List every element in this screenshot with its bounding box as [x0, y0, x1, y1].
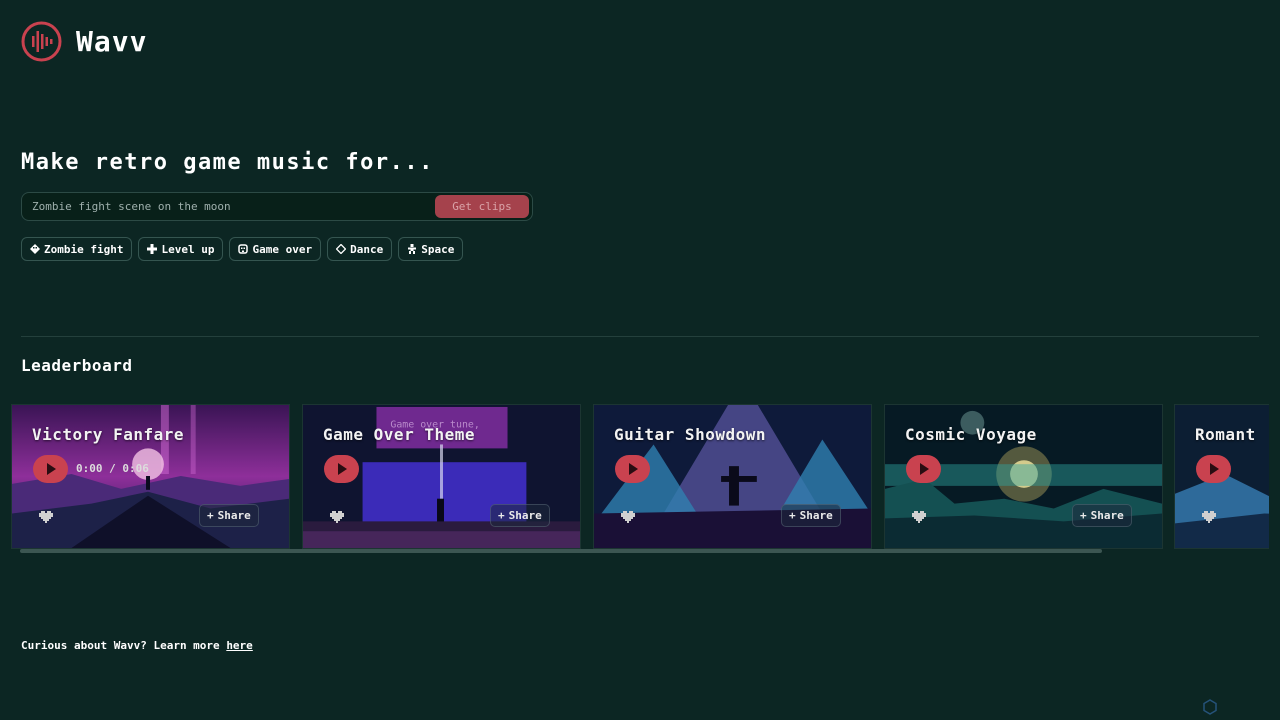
chip-game-over[interactable]: Game over: [229, 237, 322, 261]
chip-label: Space: [421, 242, 455, 256]
play-icon: [47, 463, 56, 475]
section-divider: [21, 336, 1259, 337]
learn-more-link[interactable]: here: [226, 639, 253, 652]
heart-icon[interactable]: [1202, 509, 1216, 523]
track-title: Romant: [1195, 425, 1256, 444]
plus-icon: +: [1080, 509, 1087, 522]
track-time: 0:00 / 0:06: [76, 462, 149, 475]
carousel-scrollbar[interactable]: [11, 549, 1269, 553]
logo[interactable]: Wavv: [21, 21, 147, 62]
chip-level-up[interactable]: Level up: [138, 237, 224, 261]
track-title: Victory Fanfare: [32, 425, 184, 444]
share-button[interactable]: + Share: [490, 504, 550, 527]
play-button[interactable]: [33, 455, 68, 483]
footer-note: Curious about Wavv? Learn more here: [21, 639, 253, 652]
sparkle-icon: [336, 244, 347, 254]
play-button[interactable]: [906, 455, 941, 483]
track-card[interactable]: Victory Fanfare 0:00 / 0:06 + Share: [11, 404, 290, 549]
play-icon: [338, 463, 347, 475]
chip-dance[interactable]: Dance: [327, 237, 393, 261]
share-label: Share: [508, 509, 542, 522]
app-name: Wavv: [76, 25, 148, 58]
plus-icon: +: [207, 509, 214, 522]
get-clips-button[interactable]: Get clips: [435, 195, 529, 218]
waveform-logo-icon: [21, 21, 62, 62]
share-button[interactable]: + Share: [781, 504, 841, 527]
heart-icon[interactable]: [330, 509, 344, 523]
track-title: Cosmic Voyage: [905, 425, 1037, 444]
chip-label: Game over: [252, 242, 313, 256]
play-icon: [1210, 463, 1219, 475]
page-headline: Make retro game music for...: [21, 150, 434, 175]
suggestion-chips: Zombie fight Level up Game over Dance Sp…: [21, 237, 464, 261]
chip-label: Zombie fight: [44, 242, 124, 256]
skull-icon: [238, 244, 249, 254]
leaderboard-title: Leaderboard: [21, 356, 133, 375]
track-card[interactable]: Romant: [1174, 404, 1269, 549]
prompt-input[interactable]: [22, 193, 435, 220]
share-label: Share: [799, 509, 833, 522]
heart-icon[interactable]: [39, 509, 53, 523]
footer-text: Curious about Wavv? Learn more: [21, 639, 227, 652]
leaderboard-carousel[interactable]: Victory Fanfare 0:00 / 0:06 + Share Game …: [11, 404, 1269, 549]
zombie-icon: [30, 244, 40, 254]
badge-icon[interactable]: [1202, 699, 1218, 715]
share-button[interactable]: + Share: [199, 504, 259, 527]
play-button[interactable]: [324, 455, 359, 483]
plus-icon: +: [498, 509, 505, 522]
play-button[interactable]: [615, 455, 650, 483]
track-card[interactable]: Guitar Showdown + Share: [593, 404, 872, 549]
astronaut-icon: [408, 244, 417, 254]
share-button[interactable]: + Share: [1072, 504, 1132, 527]
play-icon: [920, 463, 929, 475]
chip-zombie-fight[interactable]: Zombie fight: [21, 237, 133, 261]
share-label: Share: [217, 509, 251, 522]
chip-label: Level up: [161, 242, 215, 256]
share-label: Share: [1090, 509, 1124, 522]
play-button[interactable]: [1196, 455, 1231, 483]
plus-icon: [147, 244, 158, 254]
plus-icon: +: [789, 509, 796, 522]
chip-space[interactable]: Space: [398, 237, 464, 261]
heart-icon[interactable]: [912, 509, 926, 523]
prompt-search-bar: Get clips: [21, 192, 533, 221]
chip-label: Dance: [350, 242, 384, 256]
track-card[interactable]: Cosmic Voyage + Share: [884, 404, 1163, 549]
track-title: Game Over Theme: [323, 425, 475, 444]
track-title: Guitar Showdown: [614, 425, 766, 444]
track-card[interactable]: Game over tune, Game Over Theme + Share: [302, 404, 581, 549]
heart-icon[interactable]: [621, 509, 635, 523]
carousel-scrollbar-thumb[interactable]: [20, 549, 1102, 553]
play-icon: [629, 463, 638, 475]
